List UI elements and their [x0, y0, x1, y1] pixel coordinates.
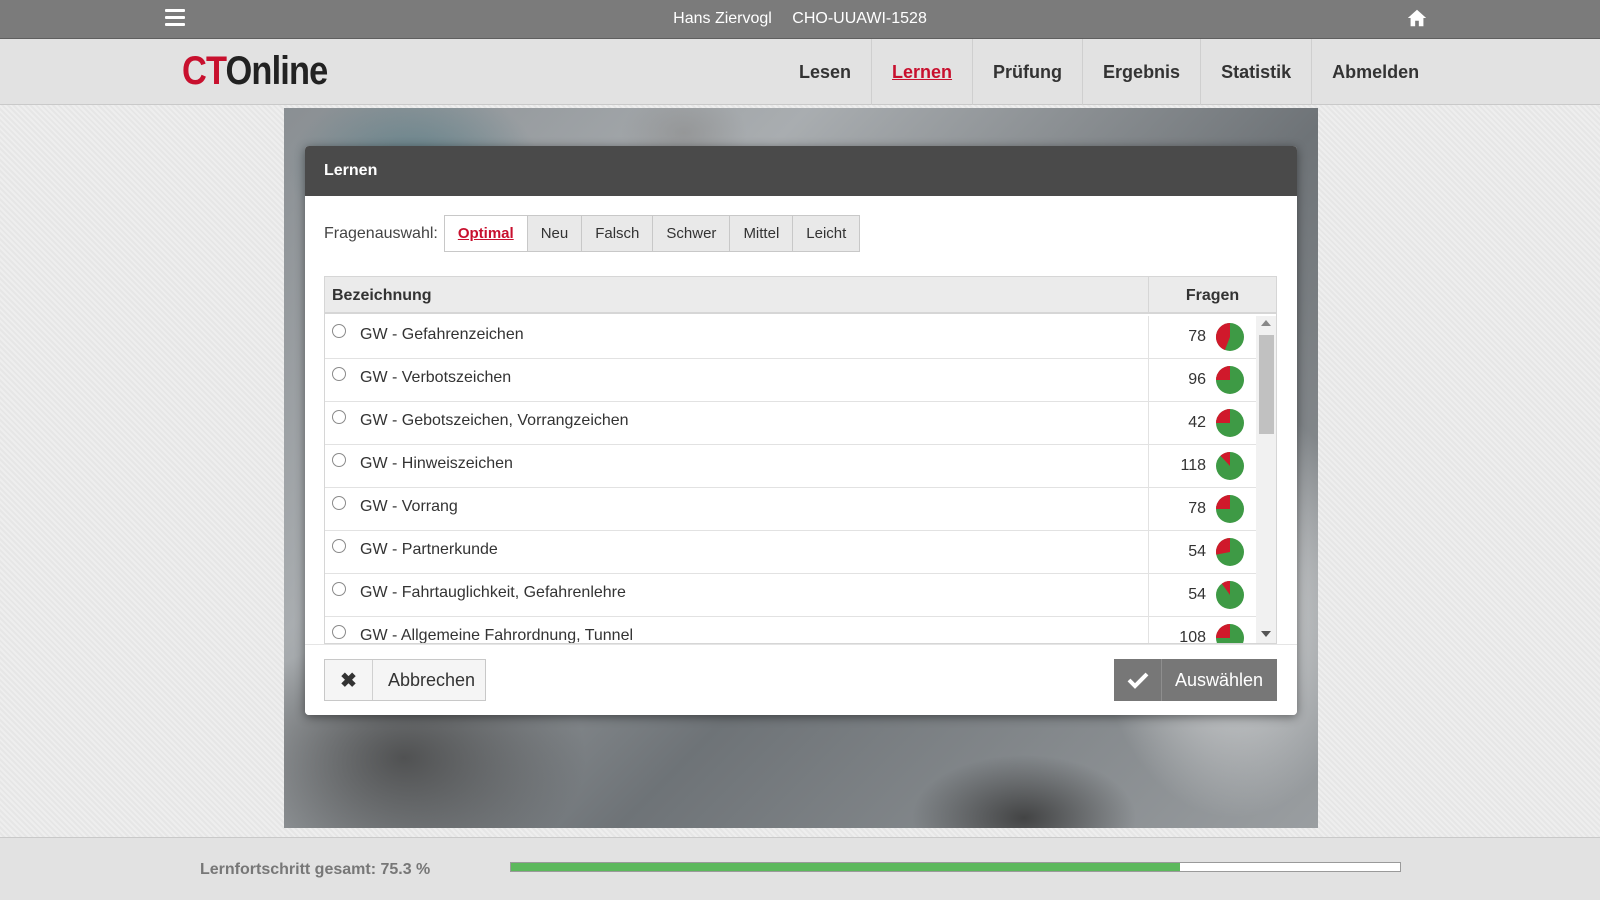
close-icon: ✖ [325, 660, 373, 700]
table-row[interactable]: GW - Partnerkunde 54 [325, 531, 1276, 574]
row-radio-button[interactable] [332, 582, 346, 596]
progress-pie-icon [1216, 581, 1244, 609]
select-button-label: Auswählen [1175, 669, 1264, 690]
scroll-thumb[interactable] [1259, 335, 1274, 434]
row-label: GW - Hinweiszeichen [360, 455, 513, 472]
cancel-button[interactable]: ✖ Abbrechen [324, 659, 486, 701]
question-count: 54 [1188, 543, 1206, 560]
overall-progress-fill [511, 863, 1181, 871]
table-row[interactable]: GW - Vorrang 78 [325, 488, 1276, 531]
overall-progress-label: Lernfortschritt gesamt: 75.3 % [200, 861, 431, 878]
pie-open-slice [1216, 624, 1230, 638]
column-header-fragen: Fragen [1148, 277, 1276, 314]
progress-pie-icon [1216, 366, 1244, 394]
nav-item-abmelden[interactable]: Abmelden [1311, 39, 1439, 105]
header: CTOnline Lesen Lernen Prüfung Ergebnis Stati… [0, 39, 1600, 105]
filter-button-schwer[interactable]: Schwer [652, 216, 730, 251]
nav-item-ergebnis[interactable]: Ergebnis [1082, 39, 1200, 105]
row-radio-button[interactable] [332, 410, 346, 424]
filter-button-leicht[interactable]: Leicht [792, 216, 860, 251]
row-label: GW - Fahrtauglichkeit, Gefahrenlehre [360, 584, 626, 601]
table-row[interactable]: GW - Hinweiszeichen 118 [325, 445, 1276, 488]
nav-item-lernen[interactable]: Lernen [871, 39, 972, 105]
table-scrollbar[interactable] [1256, 316, 1276, 643]
ctonline-logo[interactable]: CTOnline [182, 50, 328, 92]
nav-item-lesen[interactable]: Lesen [779, 39, 871, 105]
filter-button-falsch[interactable]: Falsch [581, 216, 653, 251]
table-header: Bezeichnung Fragen [325, 277, 1276, 314]
scroll-down-arrow-icon[interactable] [1261, 631, 1271, 637]
home-icon[interactable] [1406, 7, 1428, 29]
progress-pie-icon [1216, 409, 1244, 437]
scroll-up-arrow-icon[interactable] [1261, 320, 1271, 326]
fragen-cell: 78 [1148, 488, 1252, 531]
nav-item-prüfung[interactable]: Prüfung [972, 39, 1082, 105]
progress-pie-icon [1216, 323, 1244, 351]
question-count: 54 [1188, 586, 1206, 603]
hamburger-menu-icon[interactable] [165, 9, 185, 27]
fragen-cell: 54 [1148, 531, 1252, 574]
table-body: GW - Gefahrenzeichen 78 GW - Verbotszeiche… [325, 316, 1276, 643]
user-info: Hans Ziervogl CHO-UUAWI-1528 [0, 0, 1600, 39]
filter-button-mittel[interactable]: Mittel [729, 216, 793, 251]
fragen-cell: 108 [1148, 617, 1252, 643]
lernen-dialog: Lernen Fragenauswahl: Optimal Neu Falsch Sc… [305, 146, 1297, 715]
filter-button-neu[interactable]: Neu [526, 216, 582, 251]
row-radio-button[interactable] [332, 496, 346, 510]
table-row[interactable]: GW - Allgemeine Fahrordnung, Tunnel 108 [325, 617, 1276, 643]
pie-open-slice [1216, 366, 1230, 380]
question-count: 96 [1188, 371, 1206, 388]
row-label: GW - Vorrang [360, 498, 458, 515]
dialog-footer: ✖ Abbrechen Auswählen [305, 644, 1297, 715]
table-row[interactable]: GW - Gefahrenzeichen 78 [325, 316, 1276, 359]
filter-button-group: Optimal Neu Falsch Schwer Mittel Leicht [443, 215, 861, 252]
progress-pie-icon [1216, 624, 1244, 643]
checkmark-icon [1114, 659, 1162, 701]
fragen-cell: 78 [1148, 316, 1252, 359]
topic-table: Bezeichnung Fragen GW - Gefahrenzeichen 7… [324, 276, 1277, 644]
fragen-cell: 42 [1148, 402, 1252, 445]
row-label: GW - Gefahrenzeichen [360, 326, 524, 343]
question-count: 78 [1188, 328, 1206, 345]
pie-open-slice [1216, 495, 1230, 509]
table-row[interactable]: GW - Fahrtauglichkeit, Gefahrenlehre 54 [325, 574, 1276, 617]
nav-item-statistik[interactable]: Statistik [1200, 39, 1311, 105]
row-radio-button[interactable] [332, 539, 346, 553]
row-radio-button[interactable] [332, 367, 346, 381]
progress-pie-icon [1216, 538, 1244, 566]
progress-pie-icon [1216, 495, 1244, 523]
question-count: 78 [1188, 500, 1206, 517]
question-filter: Fragenauswahl: Optimal Neu Falsch Schwer Mit… [324, 215, 861, 252]
column-header-bezeichnung: Bezeichnung [332, 287, 432, 304]
fragen-cell: 96 [1148, 359, 1252, 402]
table-row[interactable]: GW - Verbotszeichen 96 [325, 359, 1276, 402]
filter-button-optimal[interactable]: Optimal [444, 216, 527, 251]
question-count: 108 [1179, 629, 1206, 643]
select-button[interactable]: Auswählen [1114, 659, 1277, 701]
row-radio-button[interactable] [332, 324, 346, 338]
fragen-cell: 118 [1148, 445, 1252, 488]
overall-progress-bar [510, 862, 1401, 872]
device-id: CHO-UUAWI-1528 [792, 10, 927, 27]
row-radio-button[interactable] [332, 625, 346, 639]
filter-label: Fragenauswahl: [324, 224, 438, 242]
top-bar: Hans Ziervogl CHO-UUAWI-1528 [0, 0, 1600, 39]
pie-open-slice [1216, 409, 1230, 423]
progress-pie-icon [1216, 452, 1244, 480]
question-count: 118 [1180, 457, 1206, 474]
dialog-title: Lernen [305, 146, 1297, 196]
row-label: GW - Allgemeine Fahrordnung, Tunnel [360, 627, 634, 643]
table-row[interactable]: GW - Gebotszeichen, Vorrangzeichen 42 [325, 402, 1276, 445]
row-label: GW - Verbotszeichen [360, 369, 512, 386]
row-radio-button[interactable] [332, 453, 346, 467]
fragen-cell: 54 [1148, 574, 1252, 617]
cancel-button-label: Abbrechen [388, 669, 476, 690]
main-nav: Lesen Lernen Prüfung Ergebnis Statistik Abmel… [779, 39, 1439, 105]
row-label: GW - Partnerkunde [360, 541, 498, 558]
progress-footer: Lernfortschritt gesamt: 75.3 % [0, 837, 1600, 900]
pie-open-slice [1216, 538, 1230, 555]
user-name: Hans Ziervogl [673, 10, 772, 27]
question-count: 42 [1188, 414, 1206, 431]
row-label: GW - Gebotszeichen, Vorrangzeichen [360, 412, 629, 429]
